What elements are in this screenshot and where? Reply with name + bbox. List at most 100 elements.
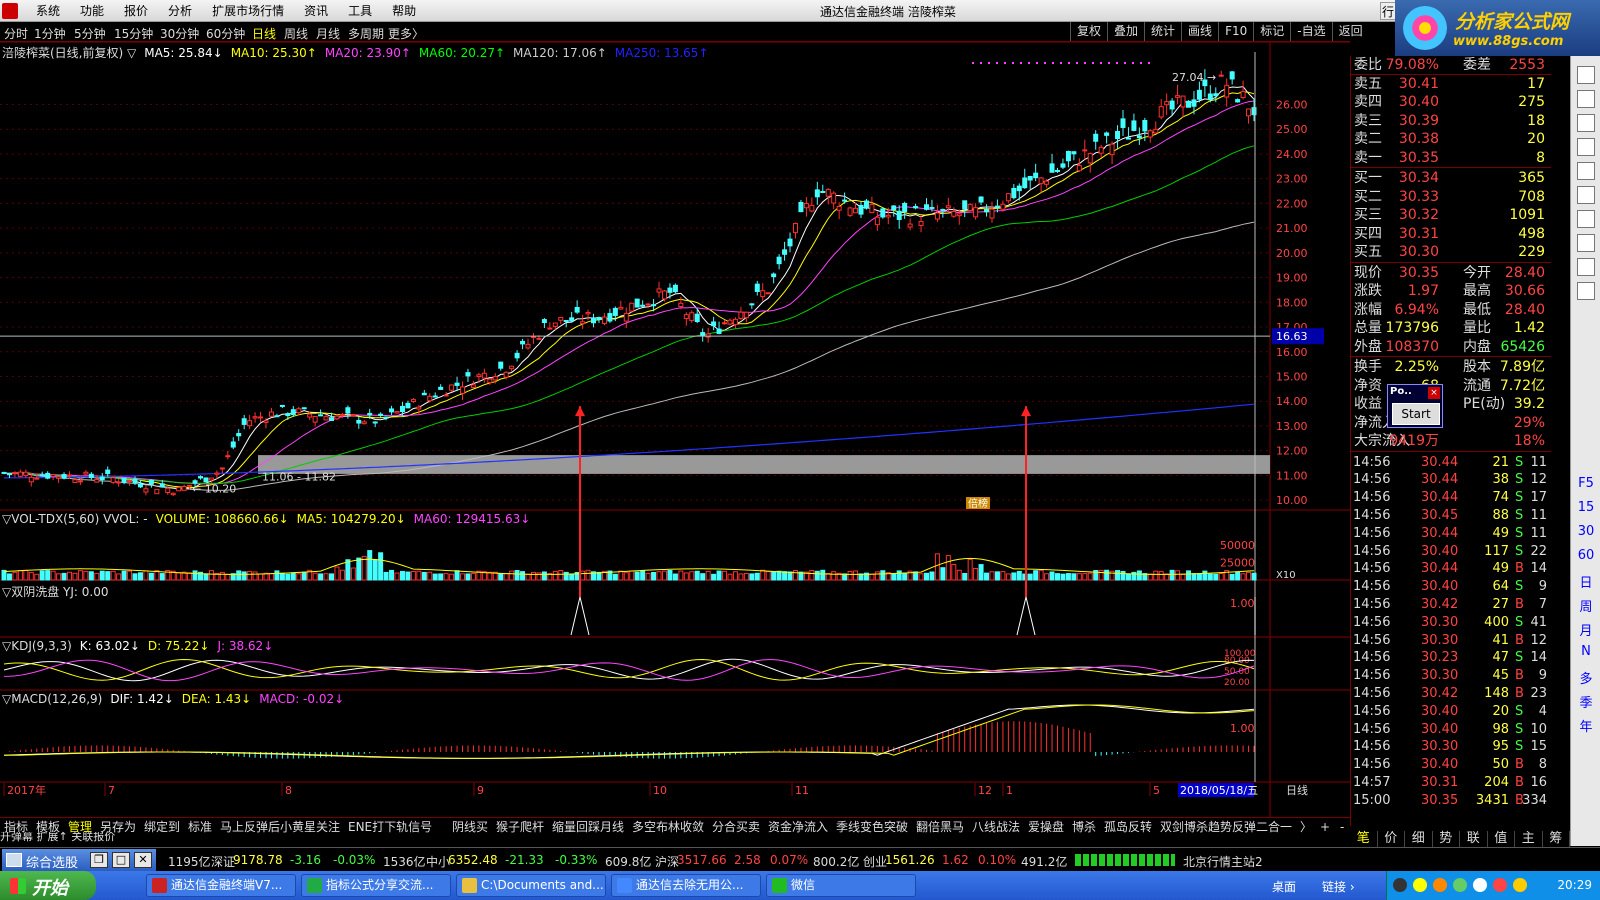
detail-tab[interactable]: 联	[1460, 831, 1488, 847]
menu-item[interactable]: 系统	[26, 3, 70, 19]
taskbar-task[interactable]: C:\Documents and...	[456, 874, 606, 897]
period-shortcut[interactable]: 周	[1571, 596, 1600, 615]
security-icon[interactable]	[1493, 878, 1507, 892]
period-tab[interactable]: 日线	[252, 25, 276, 42]
maximize-icon[interactable]: □	[112, 852, 130, 868]
toolbar-button[interactable]: F10	[1218, 22, 1253, 41]
tick-row[interactable]: 14:56 30.30 95 S 15	[1351, 738, 1551, 756]
formula-tab[interactable]: 〉	[1300, 819, 1312, 835]
formula-tab[interactable]: 马上反弹后小黄星关注	[220, 819, 340, 835]
tick-row[interactable]: 14:56 30.40 117 S 22	[1351, 543, 1551, 561]
taskbar-task[interactable]: 通达信金融终端V7...	[146, 874, 296, 897]
formula-tab[interactable]: 猴子爬杆	[496, 819, 544, 835]
period-tab[interactable]: 1分钟	[34, 25, 66, 42]
tick-row[interactable]: 14:56 30.45 88 S 11	[1351, 507, 1551, 525]
desktop-toolbar[interactable]: 桌面	[1272, 878, 1296, 895]
links-toolbar[interactable]: 链接 ›	[1322, 878, 1355, 895]
popup-close-icon[interactable]: ×	[1428, 387, 1440, 399]
period-tab[interactable]: 多周期	[348, 25, 384, 42]
period-shortcut[interactable]: 季	[1571, 692, 1600, 711]
toolbar-button[interactable]: -自选	[1290, 22, 1331, 41]
detail-tab[interactable]: 主	[1515, 831, 1543, 847]
tick-row[interactable]: 14:56 30.40 98 S 10	[1351, 721, 1551, 739]
formula-tab[interactable]: 阴线买	[452, 819, 488, 835]
formula-tab[interactable]: 缩量回踩月线	[552, 819, 624, 835]
formula-tab[interactable]: 资金净流入	[768, 819, 828, 835]
period-tab[interactable]: 周线	[284, 25, 308, 42]
tick-row[interactable]: 14:56 30.42 148 B 23	[1351, 685, 1551, 703]
volume-icon[interactable]	[1473, 878, 1487, 892]
period-shortcut[interactable]: 年	[1571, 716, 1600, 735]
formula-tab[interactable]: ENE打下轨信号	[348, 819, 432, 835]
period-shortcut[interactable]: 多	[1571, 668, 1600, 687]
menu-item[interactable]: 分析	[158, 3, 202, 19]
toolbar-button[interactable]: 叠加	[1107, 22, 1144, 41]
kline-chart-area[interactable]: 26.00 25.00 24.00 23.00 22.00 21.00 20.00 19.00…	[0, 41, 1350, 817]
period-shortcut[interactable]: 日	[1571, 572, 1600, 591]
close-icon[interactable]: ✕	[134, 852, 152, 868]
formula-tab-bar-2[interactable]: 开弹幕 扩展↑ 关联报价	[0, 832, 160, 842]
page-indicator[interactable]: 行	[1380, 2, 1396, 20]
formula-tab[interactable]: 爱操盘	[1028, 819, 1064, 835]
dollar-icon[interactable]	[1577, 234, 1595, 252]
menu-item[interactable]: 工具	[338, 3, 382, 19]
f10-icon[interactable]	[1577, 162, 1595, 180]
tick-row[interactable]: 14:56 30.42 27 B 7	[1351, 596, 1551, 614]
taskbar-task[interactable]: 指标公式分享交流...	[301, 874, 451, 897]
start-button[interactable]: Start	[1392, 403, 1440, 425]
qq-icon[interactable]	[1393, 878, 1407, 892]
taskbar-task[interactable]: 微信	[766, 874, 916, 897]
formula-tab[interactable]: -	[1340, 819, 1344, 835]
notify-icon[interactable]	[1513, 878, 1527, 892]
chart-icon[interactable]	[1577, 66, 1595, 84]
period-shortcut[interactable]: 15	[1571, 500, 1600, 515]
grid-icon[interactable]	[1577, 90, 1595, 108]
formula-tab[interactable]: 八线战法	[972, 819, 1020, 835]
tick-row[interactable]: 14:56 30.40 20 S 4	[1351, 703, 1551, 721]
bar-icon[interactable]	[1577, 138, 1595, 156]
tick-row[interactable]: 14:56 30.44 49 S 11	[1351, 525, 1551, 543]
tick-row[interactable]: 15:00 30.35 3431 B 334	[1351, 792, 1551, 810]
formula-tab[interactable]: 博杀	[1072, 819, 1096, 835]
detail-tab[interactable]: 筹	[1543, 831, 1570, 847]
period-tab[interactable]: 15分钟	[114, 25, 153, 42]
period-tab[interactable]: 月线	[316, 25, 340, 42]
detail-tab[interactable]: 笔	[1350, 831, 1378, 847]
start-button-taskbar[interactable]: 开始	[0, 871, 96, 900]
tick-row[interactable]: 14:56 30.30 41 B 12	[1351, 632, 1551, 650]
detail-tab[interactable]: 细	[1405, 831, 1433, 847]
restore-icon[interactable]: ❐	[90, 852, 108, 868]
detail-tab[interactable]: 值	[1488, 831, 1515, 847]
taskbar-task[interactable]: 通达信去除无用公...	[611, 874, 761, 897]
tick-row[interactable]: 14:56 30.23 47 S 14	[1351, 649, 1551, 667]
tick-row[interactable]: 14:56 30.44 49 B 14	[1351, 560, 1551, 578]
detail-tab[interactable]: 势	[1433, 831, 1460, 847]
tick-row[interactable]: 14:56 30.40 50 B 8	[1351, 756, 1551, 774]
arrows-icon[interactable]	[1577, 258, 1595, 276]
toolbar-button[interactable]: 画线	[1181, 22, 1218, 41]
toolbar-button[interactable]: 统计	[1144, 22, 1181, 41]
formula-tab[interactable]: 分合买卖	[712, 819, 760, 835]
period-tab[interactable]: 5分钟	[74, 25, 106, 42]
tick-row[interactable]: 14:56 30.44 74 S 17	[1351, 489, 1551, 507]
rsi-icon[interactable]	[1577, 210, 1595, 228]
server-label[interactable]: 北京行情主站2	[1183, 853, 1263, 870]
period-shortcut[interactable]: 月	[1571, 620, 1600, 639]
tick-row[interactable]: 14:57 30.31 204 B 16	[1351, 774, 1551, 792]
period-shortcut[interactable]: N	[1571, 644, 1600, 659]
formula-tab[interactable]: 翻倍黑马	[916, 819, 964, 835]
formula-tab[interactable]: 标准	[188, 819, 212, 835]
toolbar-button[interactable]: 复权	[1070, 22, 1107, 41]
menu-item[interactable]: 功能	[70, 3, 114, 19]
period-shortcut[interactable]: 30	[1571, 524, 1600, 539]
formula-tab[interactable]: 季线变色突破	[836, 819, 908, 835]
detail-tab[interactable]: 价	[1378, 831, 1405, 847]
tick-row[interactable]: 14:56 30.44 38 S 12	[1351, 471, 1551, 489]
menu-item[interactable]: 资讯	[294, 3, 338, 19]
formula-tab[interactable]: 多空布林收敛	[632, 819, 704, 835]
info-icon[interactable]	[1577, 186, 1595, 204]
list-icon[interactable]	[1577, 114, 1595, 132]
tick-row[interactable]: 14:56 30.40 64 S 9	[1351, 578, 1551, 596]
period-tab[interactable]: 60分钟	[206, 25, 245, 42]
stock-picker-button[interactable]: 综合选股 ❐ □ ✕	[2, 849, 156, 871]
